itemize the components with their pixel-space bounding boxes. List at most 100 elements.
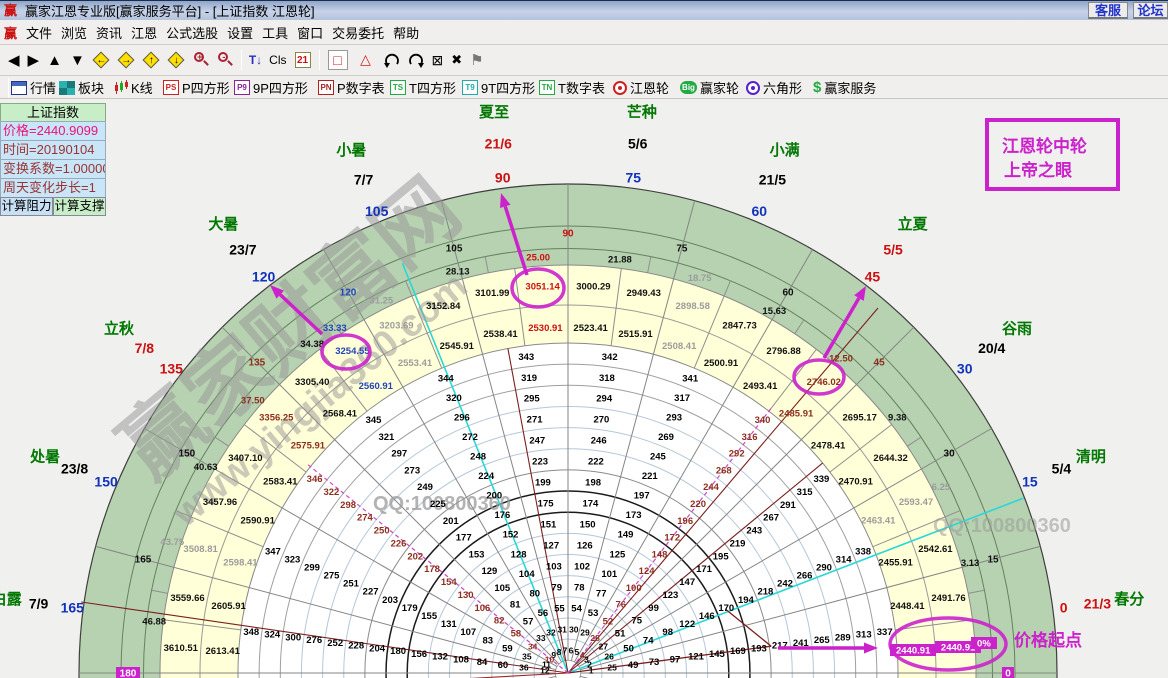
svg-text:105: 105	[446, 244, 463, 255]
svg-text:29: 29	[580, 627, 590, 637]
svg-text:268: 268	[716, 465, 732, 476]
svg-text:176: 176	[494, 510, 510, 521]
svg-text:130: 130	[458, 590, 474, 601]
svg-text:5/4: 5/4	[1052, 461, 1072, 477]
svg-text:293: 293	[666, 413, 682, 424]
svg-text:2575.91: 2575.91	[291, 440, 326, 451]
svg-text:2470.91: 2470.91	[839, 476, 874, 487]
svg-text:2605.91: 2605.91	[211, 601, 246, 612]
svg-text:0%: 0%	[977, 639, 991, 650]
svg-text:193: 193	[751, 643, 767, 654]
svg-text:2493.41: 2493.41	[743, 381, 778, 392]
svg-text:2463.41: 2463.41	[861, 516, 896, 527]
svg-text:34.38: 34.38	[300, 339, 324, 350]
svg-text:2796.88: 2796.88	[766, 346, 800, 357]
svg-text:大暑: 大暑	[208, 215, 238, 233]
svg-text:36: 36	[519, 663, 529, 673]
svg-text:223: 223	[532, 457, 548, 468]
svg-text:313: 313	[856, 630, 872, 641]
svg-text:123: 123	[662, 590, 678, 601]
svg-text:324: 324	[264, 630, 281, 641]
svg-text:129: 129	[481, 566, 497, 577]
svg-text:2847.73: 2847.73	[722, 321, 756, 332]
svg-text:56: 56	[538, 608, 549, 619]
svg-text:297: 297	[391, 449, 407, 460]
svg-text:6: 6	[569, 645, 574, 655]
svg-text:立秋: 立秋	[104, 319, 135, 337]
svg-text:2598.41: 2598.41	[223, 557, 258, 568]
svg-text:107: 107	[460, 627, 476, 638]
svg-text:3203.69: 3203.69	[379, 321, 413, 332]
svg-text:320: 320	[446, 393, 462, 404]
svg-text:3407.10: 3407.10	[228, 453, 262, 464]
svg-text:2560.91: 2560.91	[359, 381, 394, 392]
svg-text:55: 55	[554, 603, 565, 614]
svg-text:169: 169	[730, 646, 746, 657]
svg-text:2590.91: 2590.91	[241, 516, 276, 527]
svg-text:83: 83	[483, 635, 494, 646]
svg-text:243: 243	[746, 526, 762, 537]
svg-text:121: 121	[688, 652, 705, 663]
svg-text:2530.91: 2530.91	[528, 323, 563, 334]
svg-text:小满: 小满	[770, 141, 800, 159]
svg-text:45: 45	[865, 268, 881, 284]
svg-text:价格起点: 价格起点	[1014, 630, 1082, 650]
svg-text:5: 5	[575, 647, 580, 657]
svg-text:150: 150	[580, 520, 596, 531]
svg-text:30: 30	[569, 624, 579, 634]
svg-text:194: 194	[738, 595, 755, 606]
svg-text:221: 221	[642, 471, 659, 482]
svg-text:2695.17: 2695.17	[843, 413, 877, 424]
svg-text:84: 84	[477, 657, 488, 668]
svg-text:344: 344	[438, 373, 455, 384]
svg-text:45: 45	[874, 357, 886, 368]
svg-text:15.63: 15.63	[762, 306, 786, 317]
svg-text:2500.91: 2500.91	[704, 358, 739, 369]
svg-text:21/3: 21/3	[1084, 595, 1111, 611]
svg-text:290: 290	[816, 562, 832, 573]
svg-text:3152.84: 3152.84	[426, 301, 461, 312]
svg-text:317: 317	[674, 393, 690, 404]
svg-text:174: 174	[582, 499, 599, 510]
svg-text:2538.41: 2538.41	[483, 329, 518, 340]
svg-text:296: 296	[454, 413, 470, 424]
svg-text:323: 323	[284, 554, 300, 565]
svg-text:81: 81	[510, 600, 521, 611]
svg-text:43.75: 43.75	[160, 537, 184, 548]
svg-text:小暑: 小暑	[336, 141, 366, 159]
svg-text:97: 97	[670, 654, 681, 665]
svg-text:227: 227	[363, 587, 379, 598]
svg-text:322: 322	[323, 487, 339, 498]
svg-text:275: 275	[324, 571, 341, 582]
svg-text:103: 103	[546, 562, 562, 573]
svg-text:340: 340	[755, 415, 771, 426]
svg-text:153: 153	[469, 549, 485, 560]
svg-text:146: 146	[699, 611, 715, 622]
svg-text:7/8: 7/8	[135, 340, 155, 356]
svg-text:295: 295	[524, 394, 541, 405]
svg-text:2746.02: 2746.02	[807, 377, 841, 388]
svg-text:2644.32: 2644.32	[873, 453, 907, 464]
svg-text:171: 171	[696, 564, 713, 575]
svg-text:2515.91: 2515.91	[618, 329, 653, 340]
svg-text:155: 155	[421, 611, 438, 622]
svg-text:341: 341	[682, 373, 699, 384]
svg-text:245: 245	[650, 452, 667, 463]
svg-text:28: 28	[590, 633, 600, 643]
svg-text:202: 202	[407, 551, 423, 562]
svg-text:337: 337	[877, 627, 893, 638]
svg-text:60: 60	[782, 287, 794, 298]
svg-text:7/7: 7/7	[354, 172, 374, 188]
svg-text:90: 90	[495, 169, 511, 185]
svg-text:125: 125	[609, 549, 626, 560]
svg-text:179: 179	[402, 603, 418, 614]
svg-text:218: 218	[757, 587, 773, 598]
svg-text:247: 247	[529, 436, 545, 447]
svg-text:27: 27	[599, 641, 609, 651]
svg-text:23/8: 23/8	[61, 461, 88, 477]
svg-text:2613.41: 2613.41	[206, 646, 241, 657]
svg-text:246: 246	[591, 436, 607, 447]
svg-text:46.88: 46.88	[142, 617, 166, 628]
svg-text:220: 220	[690, 499, 706, 510]
svg-text:154: 154	[441, 577, 458, 588]
